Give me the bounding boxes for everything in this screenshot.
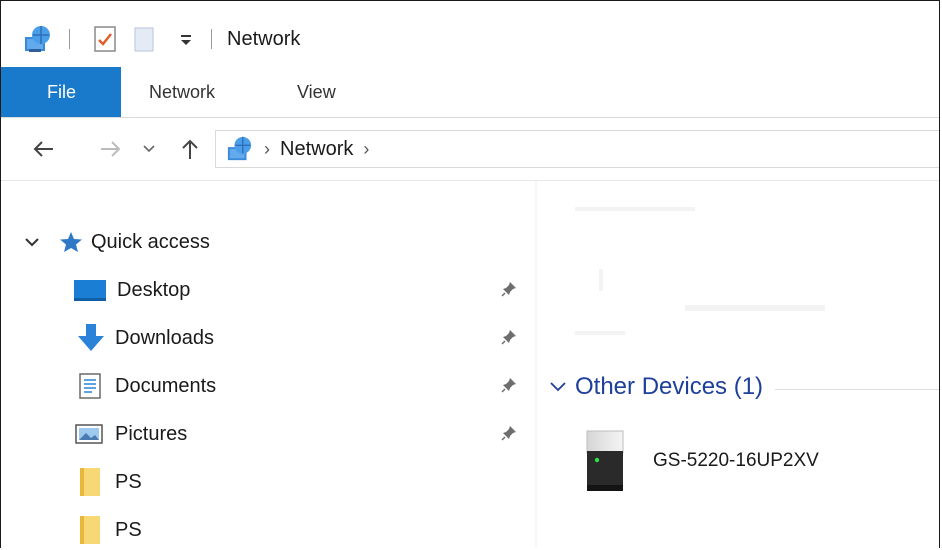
network-icon[interactable] bbox=[23, 25, 53, 53]
collapse-chevron-icon[interactable] bbox=[549, 381, 567, 393]
nav-item-downloads[interactable]: Downloads bbox=[1, 315, 535, 361]
nav-item-label: Desktop bbox=[117, 278, 191, 301]
nav-item-label: Downloads bbox=[115, 326, 214, 349]
forward-button[interactable] bbox=[93, 132, 127, 166]
breadcrumb-network[interactable]: Network bbox=[280, 138, 353, 161]
nav-item-label: PS bbox=[115, 470, 142, 493]
pin-icon[interactable] bbox=[501, 281, 517, 302]
new-folder-icon[interactable] bbox=[133, 25, 155, 53]
address-bar-row: › Network › bbox=[1, 118, 939, 181]
network-location-icon bbox=[226, 136, 254, 162]
content-pane: Other Devices (1) GS-5220-16UP2XV bbox=[535, 181, 939, 548]
network-device-icon bbox=[585, 429, 625, 493]
star-icon bbox=[59, 231, 83, 253]
folder-icon bbox=[79, 515, 101, 545]
nav-item-label: Pictures bbox=[115, 422, 188, 445]
group-divider bbox=[775, 388, 939, 390]
tab-network[interactable]: Network bbox=[149, 67, 215, 117]
group-header-other-devices[interactable]: Other Devices (1) bbox=[549, 373, 939, 401]
faded-placeholder bbox=[685, 305, 825, 311]
nav-item-documents[interactable]: Documents bbox=[1, 363, 535, 409]
faded-placeholder bbox=[575, 331, 625, 335]
back-button[interactable] bbox=[27, 132, 61, 166]
up-button[interactable] bbox=[177, 132, 203, 166]
ribbon-tabs: File Network View bbox=[1, 67, 939, 118]
nav-item-ps[interactable]: PS bbox=[1, 507, 535, 548]
chevron-down-icon bbox=[143, 145, 155, 153]
expand-chevron-icon[interactable] bbox=[25, 237, 39, 247]
title-bar: Network bbox=[1, 1, 939, 67]
device-item[interactable]: GS-5220-16UP2XV bbox=[585, 429, 819, 493]
nav-item-label: Documents bbox=[115, 374, 217, 397]
pin-icon[interactable] bbox=[501, 377, 517, 398]
quick-access-item[interactable]: Quick access bbox=[1, 219, 535, 265]
desktop-icon bbox=[73, 278, 107, 302]
properties-icon[interactable] bbox=[93, 25, 117, 53]
back-arrow-icon bbox=[33, 141, 53, 157]
window-title: Network bbox=[227, 28, 301, 50]
nav-item-pictures[interactable]: Pictures bbox=[1, 411, 535, 457]
downloads-icon bbox=[75, 323, 107, 353]
faded-placeholder bbox=[575, 207, 695, 211]
pin-icon[interactable] bbox=[501, 329, 517, 350]
pictures-icon bbox=[75, 423, 103, 445]
pin-icon[interactable] bbox=[501, 425, 517, 446]
forward-arrow-icon bbox=[101, 141, 121, 157]
group-title: Other Devices (1) bbox=[575, 373, 764, 400]
documents-icon bbox=[79, 373, 101, 399]
customize-quick-access-icon[interactable] bbox=[179, 25, 193, 53]
nav-item-label: PS bbox=[115, 518, 142, 541]
recent-locations-button[interactable] bbox=[139, 132, 159, 166]
breadcrumb-separator[interactable]: › bbox=[264, 139, 270, 160]
nav-item-desktop[interactable]: Desktop bbox=[1, 267, 535, 313]
breadcrumb-separator[interactable]: › bbox=[363, 139, 369, 160]
explorer-window: Network File Network View › Network › Qu… bbox=[0, 0, 940, 548]
tab-file[interactable]: File bbox=[1, 67, 121, 117]
navigation-pane: Quick access Desktop Downloads Documents… bbox=[1, 181, 535, 548]
device-name: GS-5220-16UP2XV bbox=[653, 450, 819, 471]
nav-item-ps[interactable]: PS bbox=[1, 459, 535, 505]
title-separator bbox=[211, 29, 212, 49]
folder-icon bbox=[79, 467, 101, 497]
faded-placeholder bbox=[599, 269, 603, 291]
pane-divider[interactable] bbox=[535, 181, 537, 548]
address-field[interactable]: › Network › bbox=[215, 130, 939, 168]
title-separator bbox=[69, 29, 70, 49]
quick-access-label: Quick access bbox=[91, 230, 210, 253]
tab-view[interactable]: View bbox=[297, 67, 336, 117]
up-arrow-icon bbox=[182, 139, 198, 159]
